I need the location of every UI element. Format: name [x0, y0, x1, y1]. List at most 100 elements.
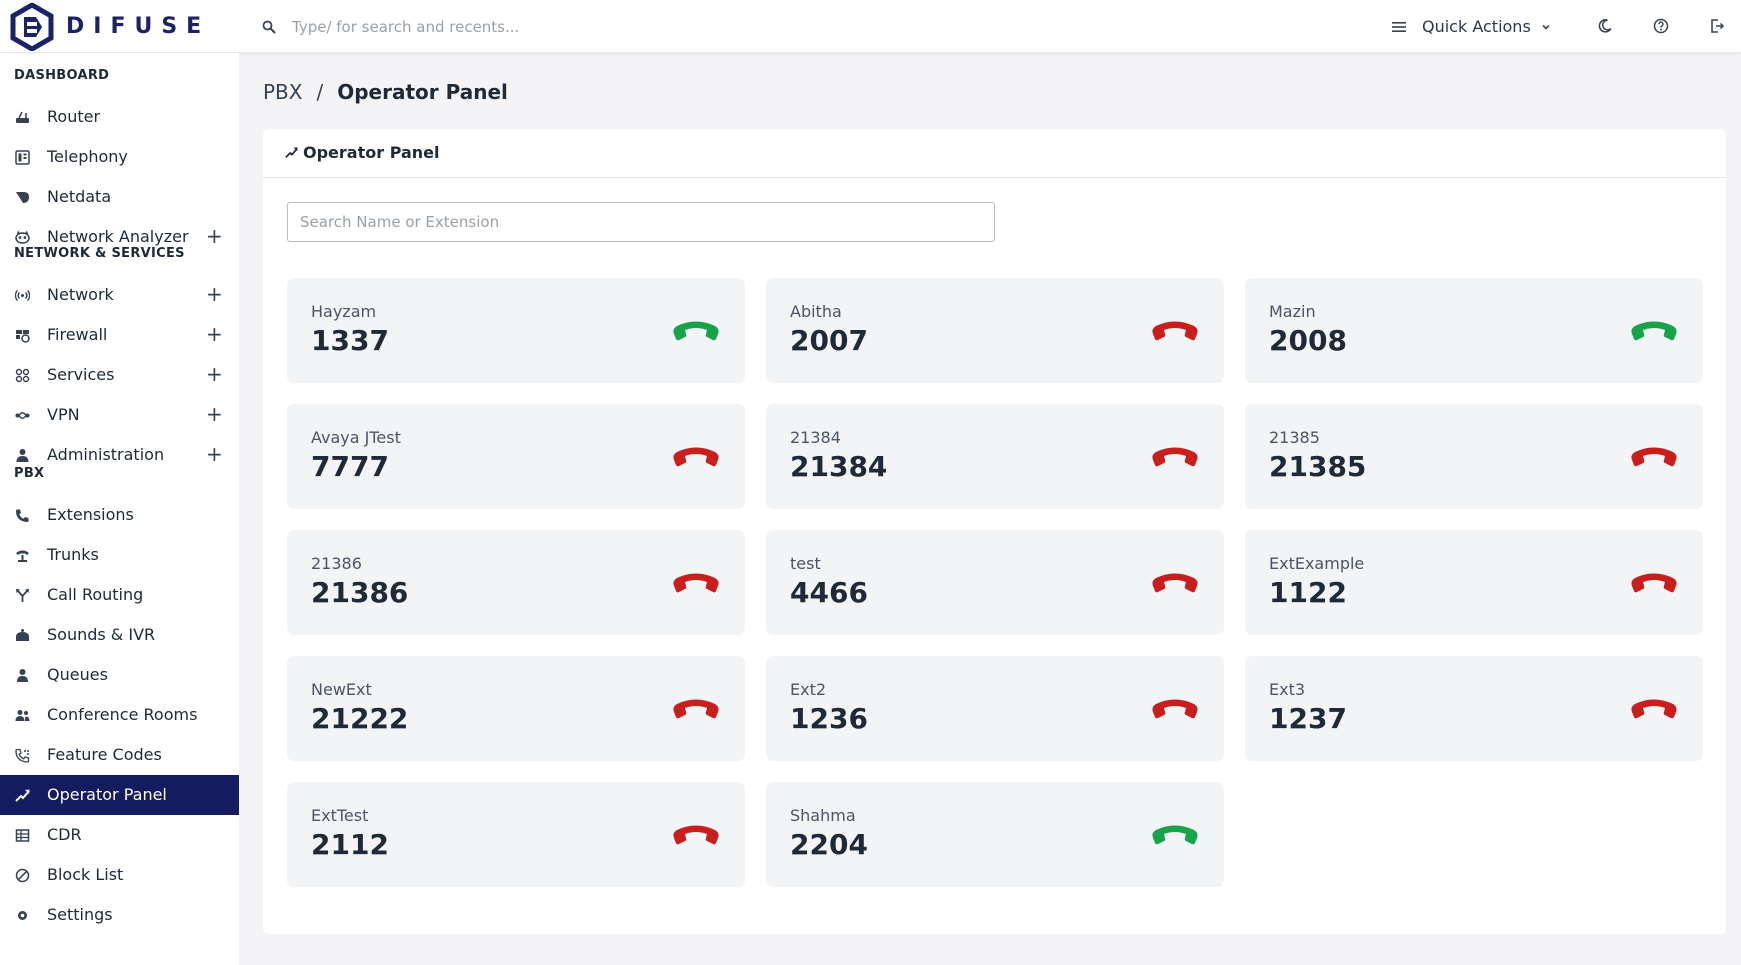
sidebar-item-label: Telephony — [47, 147, 128, 166]
sidebar-item-router[interactable]: Router — [0, 97, 239, 137]
extension-search-input[interactable] — [287, 202, 995, 242]
phone-available-icon[interactable] — [1150, 822, 1200, 848]
sidebar-item-label: Settings — [47, 905, 113, 924]
breadcrumb-parent[interactable]: PBX — [263, 80, 302, 104]
section-title-dashboard: DASHBOARD — [14, 68, 110, 83]
trunks-icon — [16, 550, 29, 562]
logout-icon[interactable] — [1708, 17, 1726, 35]
cdr-icon — [15, 829, 30, 842]
extension-number: 2204 — [790, 828, 868, 861]
phone-unavailable-icon[interactable] — [1150, 696, 1200, 722]
sidebar-item-network[interactable]: Network + — [0, 275, 239, 315]
router-icon — [16, 111, 29, 123]
phone-unavailable-icon[interactable] — [1629, 696, 1679, 722]
sidebar-item-label: Conference Rooms — [47, 705, 198, 724]
theme-toggle-icon[interactable] — [1596, 17, 1614, 35]
extension-name: ExtExample — [1269, 554, 1365, 573]
extension-name: Hayzam — [311, 302, 377, 321]
operator-panel-icon — [285, 147, 298, 158]
extension-card[interactable]: Avaya JTest 7777 — [287, 404, 745, 509]
phone-unavailable-icon[interactable] — [1150, 570, 1200, 596]
extension-number: 2008 — [1269, 324, 1347, 357]
extension-card[interactable]: Shahma 2204 — [766, 782, 1224, 887]
expand-icon[interactable]: + — [206, 442, 223, 466]
sidebar-item-firewall[interactable]: Firewall + — [0, 315, 239, 355]
extension-card[interactable]: 21384 21384 — [766, 404, 1224, 509]
sidebar-item-telephony[interactable]: Telephony — [0, 137, 239, 177]
phone-available-icon[interactable] — [1629, 318, 1679, 344]
sidebar-item-block-list[interactable]: Block List — [0, 855, 239, 895]
netdata-icon — [16, 192, 29, 203]
sidebar-item-queues[interactable]: Queues — [0, 655, 239, 695]
extension-name: Abitha — [790, 302, 842, 321]
brand-logo[interactable]: DIFUSE — [8, 0, 210, 53]
network-icon — [15, 290, 30, 301]
sidebar-item-label: Sounds & IVR — [47, 625, 156, 644]
sidebar-item-extensions[interactable]: Extensions — [0, 495, 239, 535]
administration-icon — [16, 449, 29, 462]
expand-icon[interactable]: + — [206, 282, 223, 306]
extension-name: Avaya JTest — [311, 428, 401, 447]
extension-card[interactable]: 21386 21386 — [287, 530, 745, 635]
help-icon[interactable] — [1652, 17, 1670, 35]
extension-number: 2007 — [790, 324, 868, 357]
phone-unavailable-icon[interactable] — [1629, 444, 1679, 470]
sidebar-item-label: Network Analyzer — [47, 227, 189, 246]
operator-panel-icon — [15, 789, 30, 802]
sidebar-item-cdr[interactable]: CDR — [0, 815, 239, 855]
sidebar-item-operator-panel[interactable]: Operator Panel — [0, 775, 239, 815]
phone-unavailable-icon[interactable] — [1150, 318, 1200, 344]
sidebar-item-feature-codes[interactable]: Feature Codes — [0, 735, 239, 775]
sidebar-item-call-routing[interactable]: Call Routing — [0, 575, 239, 615]
quick-actions-button[interactable]: Quick Actions — [1392, 0, 1551, 53]
extension-number: 4466 — [790, 576, 868, 609]
sidebar-item-netdata[interactable]: Netdata — [0, 177, 239, 217]
global-search-placeholder: Type/ for search and recents... — [292, 17, 520, 36]
extension-card[interactable]: Mazin 2008 — [1245, 278, 1703, 383]
phone-unavailable-icon[interactable] — [1629, 570, 1679, 596]
sidebar-item-vpn[interactable]: VPN + — [0, 395, 239, 435]
services-icon — [15, 368, 30, 383]
firewall-icon — [16, 330, 30, 343]
sidebar-item-services[interactable]: Services + — [0, 355, 239, 395]
section-title-pbx: PBX — [14, 466, 45, 481]
extension-name: Ext2 — [790, 680, 827, 699]
extension-card[interactable]: Ext2 1236 — [766, 656, 1224, 761]
extension-card[interactable]: test 4466 — [766, 530, 1224, 635]
extension-card[interactable]: ExtExample 1122 — [1245, 530, 1703, 635]
sidebar-item-sounds-ivr[interactable]: Sounds & IVR — [0, 615, 239, 655]
expand-icon[interactable]: + — [206, 362, 223, 386]
extension-card[interactable]: Hayzam 1337 — [287, 278, 745, 383]
breadcrumb-current: Operator Panel — [337, 80, 508, 104]
phone-unavailable-icon[interactable] — [671, 822, 721, 848]
expand-icon[interactable]: + — [206, 224, 223, 248]
expand-icon[interactable]: + — [206, 402, 223, 426]
extension-card[interactable]: NewExt 21222 — [287, 656, 745, 761]
phone-available-icon[interactable] — [671, 318, 721, 344]
global-search[interactable]: Type/ for search and recents... — [262, 0, 519, 53]
extension-number: 1236 — [790, 702, 868, 735]
phone-unavailable-icon[interactable] — [671, 696, 721, 722]
difuse-logo-icon — [10, 2, 54, 51]
phone-icon — [16, 509, 29, 522]
extension-name: Mazin — [1269, 302, 1316, 321]
extension-card[interactable]: 21385 21385 — [1245, 404, 1703, 509]
extension-number: 1122 — [1269, 576, 1347, 609]
sidebar-item-trunks[interactable]: Trunks — [0, 535, 239, 575]
phone-unavailable-icon[interactable] — [671, 444, 721, 470]
expand-icon[interactable]: + — [206, 322, 223, 346]
quick-actions-label: Quick Actions — [1422, 17, 1531, 36]
extension-card[interactable]: Abitha 2007 — [766, 278, 1224, 383]
extension-card[interactable]: Ext3 1237 — [1245, 656, 1703, 761]
extension-number: 1237 — [1269, 702, 1347, 735]
sidebar-item-label: Firewall — [47, 325, 108, 344]
sidebar-item-settings[interactable]: Settings — [0, 895, 239, 935]
phone-unavailable-icon[interactable] — [671, 570, 721, 596]
extension-number: 2112 — [311, 828, 389, 861]
extension-card[interactable]: ExtTest 2112 — [287, 782, 745, 887]
extension-name: Shahma — [790, 806, 856, 825]
extension-number: 21222 — [311, 702, 409, 735]
sidebar-item-conference-rooms[interactable]: Conference Rooms — [0, 695, 239, 735]
phone-unavailable-icon[interactable] — [1150, 444, 1200, 470]
extension-name: test — [790, 554, 821, 573]
